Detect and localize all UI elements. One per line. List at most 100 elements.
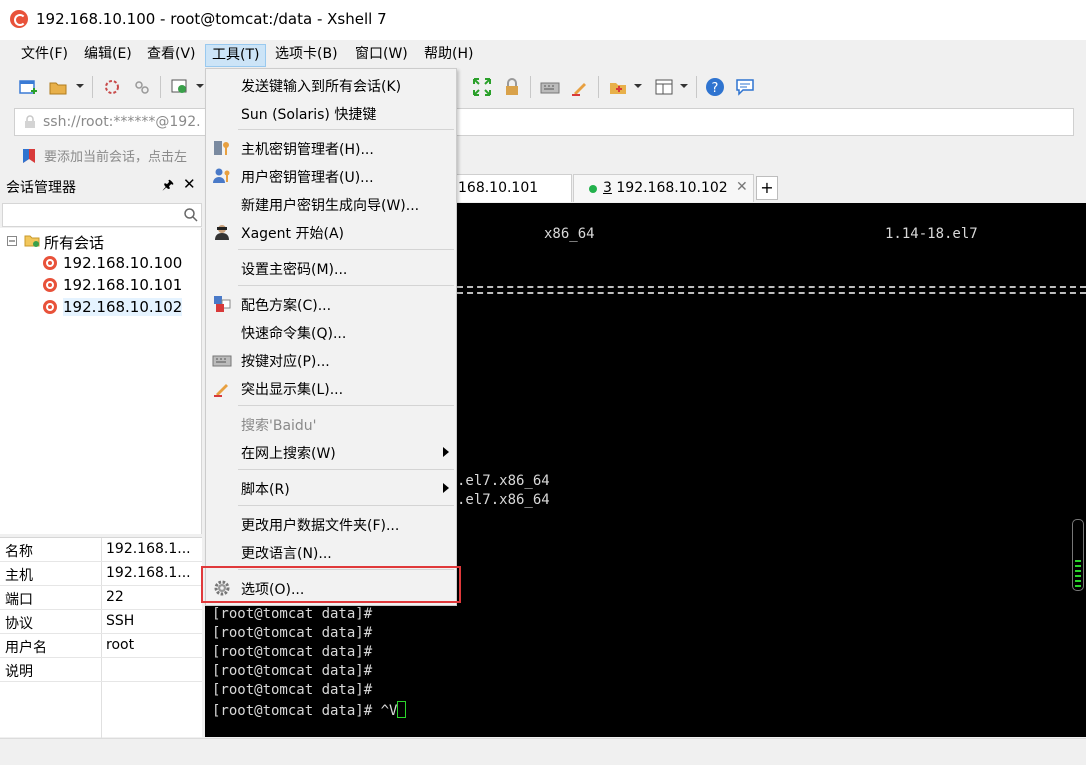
- property-key: 说明: [5, 664, 33, 680]
- terminal-current-line: [root@tomcat data]# ^V: [212, 701, 407, 719]
- host-key-icon: [214, 141, 229, 155]
- tree-root[interactable]: 所有会话: [0, 230, 200, 252]
- close-tab-icon[interactable]: ✕: [736, 179, 748, 195]
- menu-separator: [238, 469, 454, 470]
- menu-item-label: 用户密钥管理者(U)...: [241, 170, 374, 186]
- highlighter-icon[interactable]: [570, 77, 590, 97]
- menu-item-send-to-all[interactable]: 发送键输入到所有会话(K): [206, 71, 456, 99]
- collapse-icon[interactable]: [7, 236, 17, 246]
- menu-tabs[interactable]: 选项卡(B): [269, 44, 344, 67]
- property-key: 主机: [5, 568, 33, 584]
- submenu-arrow-icon: [443, 447, 449, 457]
- folder-icon: [24, 235, 40, 247]
- address-bar[interactable]: ssh://root:******@192.: [14, 108, 1074, 136]
- menu-help[interactable]: 帮助(H): [418, 44, 479, 67]
- terminal-text: .el7.x86_64: [457, 492, 550, 508]
- new-session-icon[interactable]: [18, 77, 38, 97]
- menu-item-highlight-sets[interactable]: 突出显示集(L)...: [206, 374, 456, 402]
- title-bar: 192.168.10.100 - root@tomcat:/data - Xsh…: [0, 0, 1086, 40]
- toolbar-separator: [598, 76, 599, 98]
- tree-root-label: 所有会话: [44, 234, 105, 252]
- menu-item-scripts[interactable]: 脚本(R): [206, 474, 456, 502]
- session-icon: [43, 278, 57, 292]
- menu-item-key-wizard[interactable]: 新建用户密钥生成向导(W)...: [206, 190, 456, 218]
- connected-status-icon: [589, 185, 597, 193]
- keyboard-icon[interactable]: [540, 77, 560, 97]
- reconnect-icon[interactable]: [102, 77, 122, 97]
- menu-window[interactable]: 窗口(W): [349, 44, 414, 67]
- session-item[interactable]: 192.168.10.101: [0, 274, 200, 296]
- add-folder-icon[interactable]: [608, 77, 628, 97]
- menu-item-web-search[interactable]: 在网上搜索(W): [206, 438, 456, 466]
- add-tab-button[interactable]: +: [756, 176, 778, 200]
- toolbar: ?: [0, 68, 1086, 106]
- menu-item-label: 新建用户密钥生成向导(W)...: [241, 198, 420, 214]
- menu-view[interactable]: 查看(V): [141, 44, 202, 67]
- property-key: 端口: [5, 592, 33, 608]
- menu-item-label: 快速命令集(Q)...: [241, 326, 347, 342]
- lock-icon[interactable]: [502, 77, 522, 97]
- menu-item-user-data-folder[interactable]: 更改用户数据文件夹(F)...: [206, 510, 456, 538]
- menu-item-search-baidu: 搜索'Baidu': [206, 410, 456, 438]
- add-folder-dropdown-icon[interactable]: [634, 84, 642, 88]
- submenu-arrow-icon: [443, 483, 449, 493]
- tab-host: 192.168.10.102: [616, 180, 728, 196]
- fullscreen-icon[interactable]: [472, 77, 492, 97]
- options-highlight-box: [201, 566, 461, 603]
- session-search-input[interactable]: [2, 203, 202, 227]
- menu-separator: [238, 285, 454, 286]
- layout-dropdown-icon[interactable]: [680, 84, 688, 88]
- menu-bar: 文件(F) 编辑(E) 查看(V) 工具(T) 选项卡(B) 窗口(W) 帮助(…: [0, 40, 1086, 68]
- toolbar-separator: [160, 76, 161, 98]
- lock-icon: [25, 115, 35, 128]
- search-icon[interactable]: [183, 207, 199, 223]
- menu-item-master-password[interactable]: 设置主密码(M)...: [206, 254, 456, 282]
- properties-icon[interactable]: [170, 77, 190, 97]
- menu-item-label: 突出显示集(L)...: [241, 382, 344, 398]
- session-icon: [43, 300, 57, 314]
- session-item-selected[interactable]: 192.168.10.102: [0, 296, 200, 318]
- terminal-prompt: [root@tomcat data]#: [212, 682, 373, 698]
- open-folder-icon[interactable]: [48, 77, 68, 97]
- tab-label: 168.10.101: [458, 180, 539, 196]
- close-icon[interactable]: ✕: [183, 175, 196, 193]
- menu-edit[interactable]: 编辑(E): [78, 44, 138, 67]
- xagent-icon: [215, 225, 229, 240]
- status-bar: [0, 738, 1086, 765]
- layout-icon[interactable]: [654, 77, 674, 97]
- property-row: 名称 192.168.1...: [0, 538, 202, 562]
- menu-item-host-key-manager[interactable]: 主机密钥管理者(H)...: [206, 134, 456, 162]
- menu-separator: [238, 505, 454, 506]
- tab-session-3[interactable]: 3 192.168.10.102 ✕: [573, 174, 754, 202]
- session-item-label: 192.168.10.100: [63, 254, 183, 272]
- open-dropdown-icon[interactable]: [76, 84, 84, 88]
- menu-tools[interactable]: 工具(T): [205, 44, 267, 67]
- menu-file[interactable]: 文件(F): [15, 44, 74, 67]
- menu-item-label: 按键对应(P)...: [241, 354, 330, 370]
- tab-number: 3: [603, 180, 612, 196]
- menu-item-label: Sun (Solaris) 快捷键: [241, 107, 377, 123]
- pin-icon[interactable]: 🖈: [162, 176, 174, 198]
- disconnect-icon[interactable]: [132, 77, 152, 97]
- menu-item-quick-commands[interactable]: 快速命令集(Q)...: [206, 318, 456, 346]
- properties-dropdown-icon[interactable]: [196, 84, 204, 88]
- menu-item-change-language[interactable]: 更改语言(N)...: [206, 538, 456, 566]
- terminal-prompt: [root@tomcat data]#: [212, 663, 373, 679]
- menu-item-xagent[interactable]: Xagent 开始(A): [206, 218, 456, 246]
- property-key: 协议: [5, 616, 33, 632]
- menu-item-label: 发送键输入到所有会话(K): [241, 79, 402, 95]
- menu-item-sun-keys[interactable]: Sun (Solaris) 快捷键: [206, 99, 456, 127]
- menu-item-user-key-manager[interactable]: 用户密钥管理者(U)...: [206, 162, 456, 190]
- help-icon[interactable]: ?: [705, 77, 725, 97]
- terminal-cursor: [397, 701, 407, 718]
- menu-item-key-mapping[interactable]: 按键对应(P)...: [206, 346, 456, 374]
- menu-separator: [238, 405, 454, 406]
- session-manager-title: 会话管理器: [6, 180, 76, 196]
- scroll-indicator[interactable]: [1072, 519, 1084, 591]
- chat-icon[interactable]: [735, 77, 755, 97]
- property-value: root: [106, 637, 135, 653]
- toolbar-separator: [530, 76, 531, 98]
- menu-item-color-scheme[interactable]: 配色方案(C)...: [206, 290, 456, 318]
- session-item[interactable]: 192.168.10.100: [0, 252, 200, 274]
- info-bar: 要添加当前会话，点击左: [0, 140, 1086, 170]
